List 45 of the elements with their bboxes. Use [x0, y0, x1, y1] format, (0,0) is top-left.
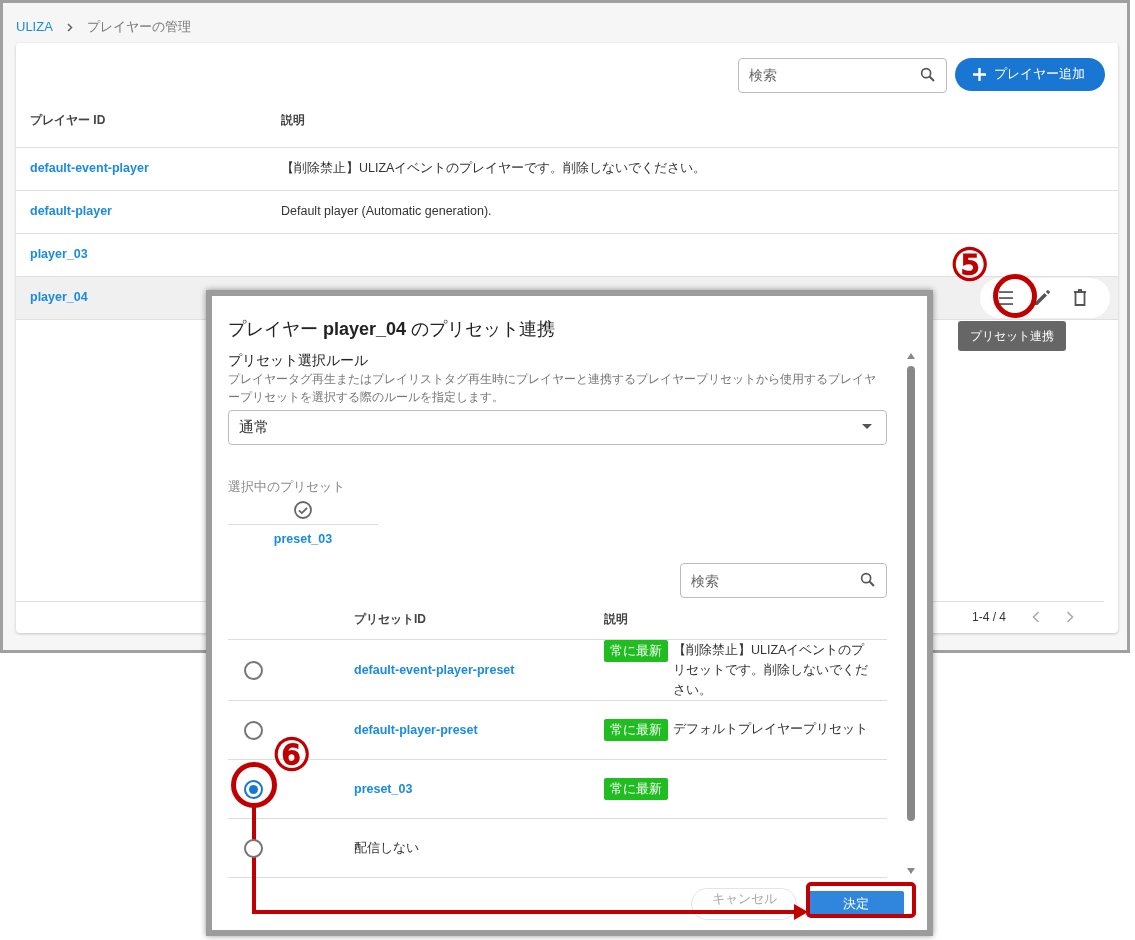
preset-id-link[interactable]: default-player-preset [354, 723, 478, 738]
preset-id-link[interactable]: default-event-player-preset [354, 663, 515, 678]
description-text: Default player (Automatic generation). [281, 204, 492, 219]
description-text: 【削除禁止】ULIZAイベントのプリセットです。削除しないでください。 [673, 642, 869, 700]
add-player-button[interactable]: プレイヤー追加 [955, 57, 1105, 91]
tooltip: プリセット連携 [958, 321, 1066, 351]
dropdown-caret-icon [862, 424, 872, 431]
scrollbar[interactable] [905, 352, 917, 876]
step-number: ⑥ [272, 733, 311, 777]
step-number: ⑤ [950, 243, 989, 287]
column-header: プレイヤー ID [29, 111, 107, 129]
preset-id-link[interactable]: preset_03 [354, 782, 413, 797]
help-text: プレイヤータグ再生またはプレイリストタグ再生時にプレイヤーと連携するプレイヤープリセットから使用するプレイヤープリセットを選択する際のルールを指定します。 [228, 372, 877, 405]
player-id-link[interactable]: player_04 [30, 290, 88, 305]
player-id-link[interactable]: default-event-player [30, 161, 149, 176]
radio-button[interactable] [243, 720, 263, 740]
column-header: 説明 [604, 611, 628, 626]
column-header: プリセットID [354, 611, 426, 626]
section-label: 選択中のプリセット [228, 477, 346, 496]
description-text: デフォルトプレイヤープリセット [673, 721, 868, 739]
breadcrumb-current: プレイヤーの管理 [86, 19, 191, 34]
radio-button[interactable] [243, 660, 263, 680]
check-circle-icon [293, 500, 313, 521]
chevron-right-icon [66, 23, 73, 33]
radio-button[interactable] [243, 838, 263, 858]
search-field[interactable]: 検索 [738, 57, 947, 93]
plus-icon [973, 67, 986, 81]
status-badge: 常に最新 [604, 778, 668, 801]
player-id-link[interactable]: default-player [30, 204, 112, 219]
dialog-title: プレイヤー player_04 のプリセット連携 [228, 318, 557, 341]
description-text: 【削除禁止】ULIZAイベントのプレイヤーです。削除しないでください。 [281, 161, 707, 176]
radio-button[interactable] [243, 779, 263, 799]
search-field[interactable]: 検索 [680, 563, 887, 599]
player-id-link[interactable]: player_03 [30, 247, 88, 262]
status-badge: 常に最新 [604, 640, 668, 663]
option-label: 配信しない [354, 841, 419, 856]
rule-select[interactable]: 通常 [228, 409, 887, 445]
select-value: 通常 [239, 417, 269, 438]
search-icon [919, 65, 937, 84]
column-header: 説明 [281, 111, 306, 129]
pagination-range: 1-4 / 4 [971, 609, 1006, 626]
selected-preset-name: preset_03 [228, 524, 378, 550]
status-badge: 常に最新 [604, 719, 668, 742]
breadcrumb-link[interactable]: ULIZA [16, 19, 53, 34]
field-label: プリセット選択ルール [228, 353, 369, 369]
